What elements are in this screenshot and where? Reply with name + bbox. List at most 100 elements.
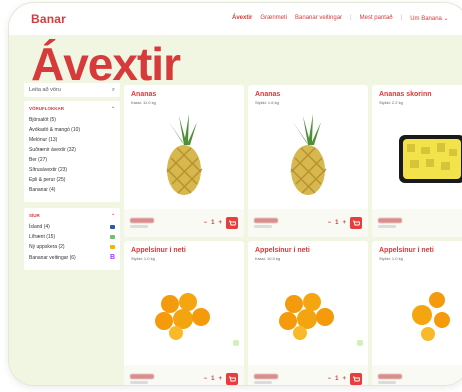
category-panel: VÖRUFLOKKAR ⌃ Bjórsalöt (5) Avókadó & ma… (24, 101, 120, 202)
minus-icon[interactable]: − (204, 220, 208, 226)
filter-panel: SÍUR ⌃ Ísland (4) Lífrænt (15) Ný uppske… (24, 208, 120, 270)
add-to-cart-button[interactable] (350, 217, 362, 229)
filter-panel-header[interactable]: SÍUR ⌃ (29, 213, 115, 219)
filter-label: Bananar veitingar (6) (29, 254, 76, 261)
price-info (130, 374, 154, 384)
brand-logo[interactable]: Banar (31, 12, 66, 26)
product-image[interactable] (248, 269, 368, 361)
minus-icon[interactable]: − (328, 376, 332, 382)
price-row: −1+ (124, 209, 244, 237)
filter-item-island[interactable]: Ísland (4) (29, 224, 115, 230)
chevron-up-icon[interactable]: ⌃ (111, 213, 115, 219)
nav-separator: | (350, 15, 352, 21)
price-info (378, 374, 402, 384)
add-to-cart-button[interactable] (226, 217, 238, 229)
product-unit: Stykki: 1.0 kg (379, 256, 403, 261)
product-title[interactable]: Appelsínur í neti (131, 247, 186, 254)
nav-link-um-banana[interactable]: Um Banana ⌄ (410, 15, 448, 22)
quantity-stepper[interactable]: −1 + (204, 373, 238, 385)
product-card[interactable]: Appelsínur í neti Stykki: 1.0 kg −1+ (372, 241, 462, 385)
category-item[interactable]: Suðrænir ávextir (32) (29, 147, 115, 153)
main-nav: Ávextir Grænmeti Bananar veitingar | Mes… (232, 15, 457, 22)
chevron-up-icon[interactable]: ⌃ (111, 106, 115, 112)
price-info (254, 374, 278, 384)
add-to-cart-button[interactable] (226, 373, 238, 385)
filter-label: Ný uppskera (2) (29, 244, 65, 250)
sprout-icon (110, 245, 115, 249)
product-title[interactable]: Ananas (255, 91, 280, 98)
product-image[interactable] (372, 269, 462, 361)
product-card[interactable]: Appelsínur í neti Stykki: 1.0 kg −1+ (124, 241, 244, 385)
product-image[interactable] (124, 113, 244, 205)
product-unit: Stykki: 2.2 kg (379, 100, 403, 105)
top-navigation: Banar Ávextir Grænmeti Bananar veitingar… (9, 3, 462, 35)
plus-icon[interactable]: + (342, 376, 346, 382)
product-grid: Ananas Kassi: 11.0 kg −1 + Ananas Stykki… (124, 85, 462, 385)
oranges-icon (412, 292, 450, 341)
search-input[interactable]: Leita að vöru ⌕ (24, 83, 120, 97)
page-title: Ávextir (31, 38, 181, 90)
product-image[interactable] (124, 269, 244, 361)
product-card[interactable]: Ananas Stykki: 1.6 kg −1 + (248, 85, 368, 237)
plus-icon[interactable]: + (218, 376, 222, 382)
price-row: −1+ (248, 365, 368, 385)
category-item[interactable]: Sítrusávextir (23) (29, 167, 115, 173)
add-to-cart-button[interactable] (350, 373, 362, 385)
pineapple-icon (290, 114, 327, 195)
category-heading: VÖRUFLOKKAR (29, 106, 64, 111)
quantity-stepper[interactable]: −1 + (328, 217, 362, 229)
nav-link-bananar-veitingar[interactable]: Bananar veitingar (295, 15, 342, 22)
filter-item-bananar-veitingar[interactable]: Bananar veitingar (6) B (29, 254, 115, 261)
quantity-stepper[interactable]: −1 + (204, 217, 238, 229)
product-card[interactable]: Appelsínur í neti Kassi: 10.0 kg −1 + (248, 241, 368, 385)
organic-icon (233, 340, 239, 346)
nav-link-graenmeti[interactable]: Grænmeti (260, 15, 287, 22)
product-unit: Stykki: 1.0 kg (131, 256, 155, 261)
page-frame: Banar Ávextir Grænmeti Bananar veitingar… (8, 2, 462, 386)
category-item[interactable]: Ber (27) (29, 157, 115, 163)
price-row: −1+ (248, 209, 368, 237)
category-item[interactable]: Epli & perur (25) (29, 177, 115, 183)
filter-item-ny-uppskera[interactable]: Ný uppskera (2) (29, 244, 115, 250)
quantity-value: 1 (335, 220, 339, 226)
price-info (378, 218, 402, 228)
product-title[interactable]: Ananas skorinn (379, 91, 432, 98)
category-item[interactable]: Bananar (4) (29, 187, 115, 193)
product-image[interactable] (372, 113, 462, 205)
price-info (130, 218, 154, 228)
product-card[interactable]: Ananas skorinn Stykki: 2.2 kg −1+ (372, 85, 462, 237)
quantity-value: 1 (211, 220, 215, 226)
plus-icon[interactable]: + (218, 220, 222, 226)
product-title[interactable]: Ananas (131, 91, 156, 98)
price-row: −1+ (372, 365, 462, 385)
search-icon[interactable]: ⌕ (112, 87, 115, 94)
plus-icon[interactable]: + (342, 220, 346, 226)
flag-icon (110, 225, 115, 229)
quantity-stepper[interactable]: −1 + (328, 373, 362, 385)
leaf-icon (110, 235, 115, 239)
price-row: −1+ (124, 365, 244, 385)
nav-link-avextir[interactable]: Ávextir (232, 15, 252, 22)
product-card[interactable]: Ananas Kassi: 11.0 kg −1 + (124, 85, 244, 237)
minus-icon[interactable]: − (204, 376, 208, 382)
search-placeholder: Leita að vöru (29, 87, 61, 93)
category-item[interactable]: Melónur (13) (29, 137, 115, 143)
oranges-icon (279, 292, 334, 340)
nav-separator: | (400, 15, 403, 21)
product-title[interactable]: Appelsínur í neti (379, 247, 434, 254)
product-title[interactable]: Appelsínur í neti (255, 247, 310, 254)
product-image[interactable] (248, 113, 368, 205)
category-item[interactable]: Bjórsalöt (5) (29, 117, 115, 123)
minus-icon[interactable]: − (328, 220, 332, 226)
category-item[interactable]: Avókadó & mangó (10) (29, 127, 115, 133)
filter-label: Ísland (4) (29, 224, 50, 230)
filter-item-lifraent[interactable]: Lífrænt (15) (29, 234, 115, 240)
quantity-value: 1 (335, 376, 339, 382)
product-unit: Kassi: 11.0 kg (131, 100, 156, 105)
price-row: −1+ (372, 209, 462, 237)
product-unit: Kassi: 10.0 kg (255, 256, 281, 261)
category-panel-header[interactable]: VÖRUFLOKKAR ⌃ (29, 106, 115, 112)
nav-link-mest-pantad[interactable]: Mest pantað (360, 15, 393, 22)
filters-sidebar: Leita að vöru ⌕ VÖRUFLOKKAR ⌃ Bjórsalöt … (24, 83, 120, 276)
filter-label: Lífrænt (15) (29, 234, 56, 240)
